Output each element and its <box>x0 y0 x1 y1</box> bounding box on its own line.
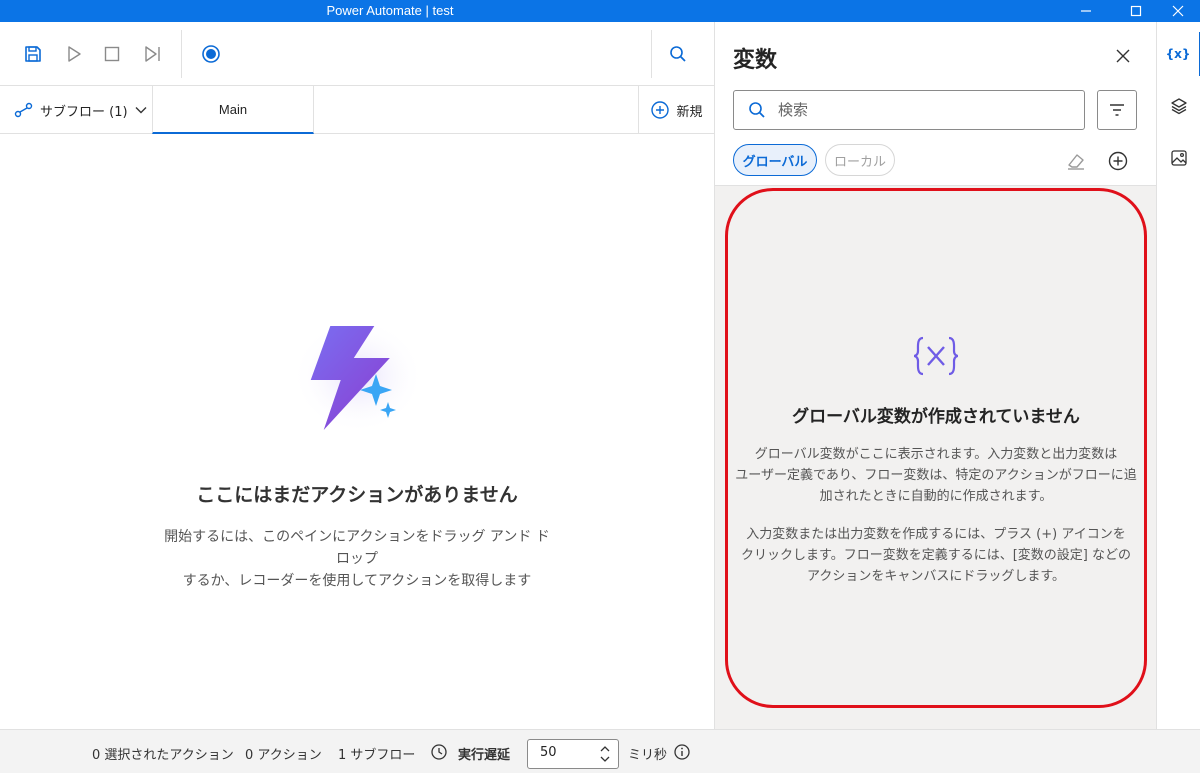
title-bar: Power Automate | test <box>0 0 1200 22</box>
variable-search-box[interactable] <box>733 90 1085 130</box>
variables-icon: {x} <box>1165 47 1191 61</box>
variables-icon <box>913 336 959 376</box>
eraser-icon[interactable] <box>1065 150 1087 172</box>
search-actions-button[interactable] <box>666 42 690 66</box>
global-variables-description: グローバル変数がここに表示されます。入力変数と出力変数は ユーザー定義であり、フ… <box>733 444 1139 507</box>
images-icon <box>1171 150 1187 166</box>
subflows-dropdown[interactable]: サブフロー (1) <box>14 86 148 134</box>
empty-workspace-description: 開始するには、このペインにアクションをドラッグ アンド ドロップ するか、レコー… <box>160 526 554 592</box>
designer-toolbar <box>0 22 714 86</box>
desc-line: ユーザー定義であり、フロー変数は、特定のアクションがフローに追 <box>735 468 1137 483</box>
side-panel-strip: {x} <box>1156 22 1200 729</box>
desc-line: グローバル変数がここに表示されます。入力変数と出力変数は <box>754 447 1118 462</box>
stop-button[interactable] <box>100 42 124 66</box>
subflows-label: サブフロー (1) <box>40 104 128 120</box>
lightning-bolt-icon <box>292 318 424 434</box>
close-icon <box>1116 49 1130 63</box>
search-icon <box>749 102 765 118</box>
subflow-tabs: サブフロー (1) Main 新規 <box>0 86 714 134</box>
desc-line: クリックします。フロー変数を定義するには、[変数の設定] などの <box>741 548 1131 563</box>
add-variable-icon[interactable] <box>1107 150 1129 172</box>
toolbar-divider <box>181 30 182 78</box>
stepper-arrows-icon[interactable] <box>598 743 612 765</box>
minimize-icon <box>1081 10 1091 12</box>
variables-pane-button[interactable]: {x} <box>1157 32 1200 76</box>
variable-search-input[interactable] <box>778 101 1068 119</box>
run-delay-unit: ミリ秒 <box>628 748 668 763</box>
close-icon <box>1172 5 1184 17</box>
desc-line: 加されたときに自動的に作成されます。 <box>819 489 1053 504</box>
status-bar: 0 選択されたアクション 0 アクション 1 サブフロー 実行遅延 ミリ秒 <box>0 729 1200 773</box>
global-filter-pill[interactable]: グローバル <box>733 144 817 176</box>
designer-pane: サブフロー (1) Main 新規 ここにはまだアクションがありません 開始する… <box>0 22 714 729</box>
empty-workspace-title: ここにはまだアクションがありません <box>196 484 518 506</box>
close-window-button[interactable] <box>1156 0 1200 22</box>
empty-desc-line: 開始するには、このペインにアクションをドラッグ アンド ドロップ <box>164 529 550 567</box>
new-subflow-label: 新規 <box>676 104 703 120</box>
next-action-button[interactable] <box>140 42 164 66</box>
desc-line: アクションをキャンバスにドラッグします。 <box>806 569 1066 584</box>
subflows-count: 1 サブフロー <box>338 748 416 763</box>
local-filter-pill[interactable]: ローカル <box>825 144 895 176</box>
run-delay-field[interactable] <box>527 739 619 769</box>
recorder-button[interactable] <box>199 42 223 66</box>
images-pane-button[interactable] <box>1157 136 1200 180</box>
workspace-canvas[interactable]: ここにはまだアクションがありません 開始するには、このペインにアクションをドラッ… <box>0 134 714 729</box>
tab-main-label: Main <box>218 101 248 117</box>
empty-desc-line: するか、レコーダーを使用してアクションを取得します <box>182 573 532 589</box>
create-variables-description: 入力変数または出力変数を作成するには、プラス (+) アイコンを クリックします… <box>733 524 1139 587</box>
variables-panel-title: 変数 <box>733 48 778 73</box>
close-panel-button[interactable] <box>1113 46 1133 66</box>
selected-actions-count: 0 選択されたアクション <box>92 748 234 763</box>
clock-icon <box>431 744 447 760</box>
tab-main[interactable]: Main <box>152 86 314 134</box>
search-icon <box>670 46 686 62</box>
maximize-button[interactable] <box>1114 0 1158 22</box>
actions-count: 0 アクション <box>245 748 322 763</box>
run-button[interactable] <box>62 42 86 66</box>
new-subflow-button[interactable]: 新規 <box>638 86 714 134</box>
minimize-button[interactable] <box>1064 0 1108 22</box>
maximize-icon <box>1130 5 1142 17</box>
filter-button[interactable] <box>1097 90 1137 130</box>
filter-icon <box>1110 104 1124 116</box>
no-variables-title: グローバル変数が作成されていません <box>792 407 1080 427</box>
toolbar-divider <box>651 30 652 78</box>
run-delay-input[interactable] <box>540 745 590 760</box>
chevron-down-icon <box>135 107 147 114</box>
add-circle-icon <box>651 101 670 119</box>
stop-icon <box>104 46 120 62</box>
run-delay-label: 実行遅延 <box>458 748 511 763</box>
window-title: Power Automate | test <box>326 3 454 18</box>
save-button[interactable] <box>21 42 45 66</box>
variables-panel: 変数 グローバル ローカル グローバル変数が作成されていません グローバル変数が… <box>714 22 1157 729</box>
record-icon <box>202 45 220 63</box>
subflow-icon <box>14 102 33 118</box>
layers-icon <box>1171 98 1187 115</box>
ui-elements-pane-button[interactable] <box>1157 84 1200 128</box>
variables-panel-header: 変数 グローバル ローカル <box>715 22 1157 186</box>
play-icon <box>68 46 81 62</box>
desc-line: 入力変数または出力変数を作成するには、プラス (+) アイコンを <box>746 527 1126 542</box>
step-forward-icon <box>145 46 160 62</box>
save-icon <box>25 46 41 62</box>
info-icon[interactable] <box>673 743 691 761</box>
